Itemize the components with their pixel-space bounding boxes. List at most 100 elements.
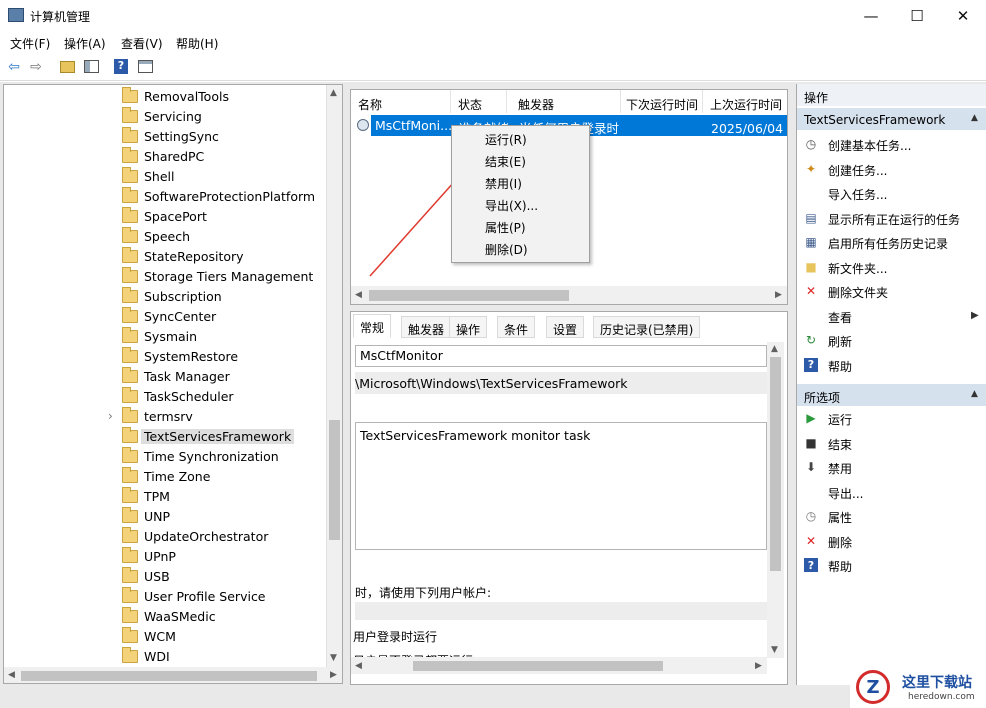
ctx-disable[interactable]: 禁用(I) [485,175,522,192]
tab-triggers[interactable]: 触发器 [401,316,452,338]
tree-item[interactable]: Task Manager [4,367,324,387]
action-item[interactable]: ▶ 运行 [797,407,986,429]
action-item[interactable]: 查看 [797,305,986,327]
view-icon[interactable] [136,58,154,75]
action-item[interactable]: 导出... [797,481,986,503]
tree-item[interactable]: Speech [4,227,324,247]
menu-help[interactable]: 帮助(H) [176,35,218,52]
scroll-down-icon[interactable]: ▼ [330,653,337,663]
tree-item[interactable]: Time Synchronization [4,447,324,467]
tree-item[interactable]: TPM [4,487,324,507]
expand-chevron-icon[interactable]: › [108,409,113,423]
tree-item[interactable]: SettingSync [4,127,324,147]
tree-item[interactable]: SystemRestore [4,347,324,367]
details-hscroll-thumb[interactable] [413,661,663,671]
tree-item[interactable]: WaaSMedic [4,607,324,627]
scroll-up-icon[interactable]: ▲ [330,88,337,98]
submenu-arrow-icon[interactable]: ▶ [971,310,979,321]
action-item[interactable]: ▦ 启用所有任务历史记录 [797,231,986,253]
column-last-run[interactable]: 上次运行时间 [703,90,787,113]
tab-conditions[interactable]: 条件 [497,316,536,338]
action-item[interactable]: ■ 新文件夹... [797,256,986,278]
column-next-run[interactable]: 下次运行时间 [619,90,703,113]
tab-actions[interactable]: 操作 [449,316,488,338]
menu-action[interactable]: 操作(A) [64,35,106,52]
show-tree-icon[interactable] [82,58,100,75]
column-status[interactable]: 状态 [451,90,507,113]
tree-item[interactable]: UNP [4,507,324,527]
task-name-field[interactable]: MsCtfMonitor [355,345,767,367]
tree-hscroll-thumb[interactable] [21,671,317,681]
action-item[interactable]: 导入任务... [797,182,986,204]
tab-settings[interactable]: 设置 [546,316,585,338]
ctx-end[interactable]: 结束(E) [485,153,526,170]
tree-item[interactable]: StateRepository [4,247,324,267]
maximize-button[interactable]: ☐ [894,0,940,31]
tree-item[interactable]: Sysmain [4,327,324,347]
ctx-properties[interactable]: 属性(P) [485,219,526,236]
close-button[interactable]: ✕ [940,0,986,31]
tree-scroll-thumb[interactable] [329,420,340,540]
menu-file[interactable]: 文件(F) [10,35,50,52]
tree-item[interactable]: SharedPC [4,147,324,167]
tree-item[interactable]: USB [4,567,324,587]
tree-item[interactable]: User Profile Service [4,587,324,607]
tree-item[interactable]: TextServicesFramework [4,427,324,447]
tab-history[interactable]: 历史记录(已禁用) [593,316,701,338]
tree-item[interactable]: Shell [4,167,324,187]
action-item[interactable]: ✕ 删除文件夹 [797,280,986,302]
tree-item[interactable]: Subscription [4,287,324,307]
scroll-left-icon[interactable]: ◀ [355,290,362,300]
tree-item[interactable]: WCM [4,627,324,647]
action-item[interactable]: ■ 结束 [797,432,986,454]
help-icon[interactable]: ? [112,58,130,75]
scroll-up-icon[interactable]: ▲ [771,344,778,354]
run-option-logged-on[interactable]: 用户登录时运行 [353,628,437,645]
tree-item[interactable]: UpdateOrchestrator [4,527,324,547]
scroll-down-icon[interactable]: ▼ [771,645,778,655]
tree-item[interactable]: SpacePort [4,207,324,227]
action-item[interactable]: ◷ 创建基本任务... [797,133,986,155]
tree-item[interactable]: WDI [4,647,324,667]
action-item[interactable]: ⬇ 禁用 [797,456,986,478]
details-scroll-thumb[interactable] [770,357,781,571]
column-trigger[interactable]: 触发器 [511,90,621,113]
scroll-left-icon[interactable]: ◀ [355,661,362,671]
up-folder-icon[interactable] [58,58,76,75]
task-description[interactable]: TextServicesFramework monitor task [355,422,767,550]
tree-item[interactable]: SoftwareProtectionPlatform [4,187,324,207]
action-item[interactable]: ▤ 显示所有正在运行的任务 [797,207,986,229]
back-arrow-icon[interactable]: ⇦ [5,58,23,75]
scroll-right-icon[interactable]: ▶ [330,670,337,680]
ctx-run[interactable]: 运行(R) [485,131,527,148]
action-item[interactable]: ↻ 刷新 [797,329,986,351]
list-hscroll-thumb[interactable] [369,290,569,301]
action-item[interactable]: ◷ 属性 [797,505,986,527]
collapse-icon[interactable]: ▲ [971,113,978,123]
action-item[interactable]: ? 帮助 [797,554,986,576]
forward-arrow-icon[interactable]: ⇨ [27,58,45,75]
action-item[interactable]: ? 帮助 [797,354,986,376]
ctx-delete[interactable]: 删除(D) [485,241,528,258]
actions-section-selected[interactable]: 所选项 [797,384,986,406]
actions-section-folder[interactable]: TextServicesFramework [797,108,986,130]
tree-item[interactable]: Servicing [4,107,324,127]
tree-item[interactable]: RemovalTools [4,87,324,107]
scroll-right-icon[interactable]: ▶ [755,661,762,671]
tree-item[interactable]: SyncCenter [4,307,324,327]
action-item[interactable]: ✦ 创建任务... [797,158,986,180]
minimize-button[interactable]: — [848,0,894,31]
tab-general[interactable]: 常规 [353,314,392,338]
tree-item[interactable]: UPnP [4,547,324,567]
column-name[interactable]: 名称 [351,90,451,113]
scroll-right-icon[interactable]: ▶ [775,290,782,300]
tree-vertical-scrollbar[interactable] [326,85,342,667]
tree-item[interactable]: › termsrv [4,407,324,427]
scroll-left-icon[interactable]: ◀ [8,670,15,680]
tree-item[interactable]: TaskScheduler [4,387,324,407]
tree-item[interactable]: Storage Tiers Management [4,267,324,287]
action-item[interactable]: ✕ 删除 [797,530,986,552]
ctx-export[interactable]: 导出(X)... [485,197,538,214]
tree-item[interactable]: Time Zone [4,467,324,487]
menu-view[interactable]: 查看(V) [121,35,163,52]
